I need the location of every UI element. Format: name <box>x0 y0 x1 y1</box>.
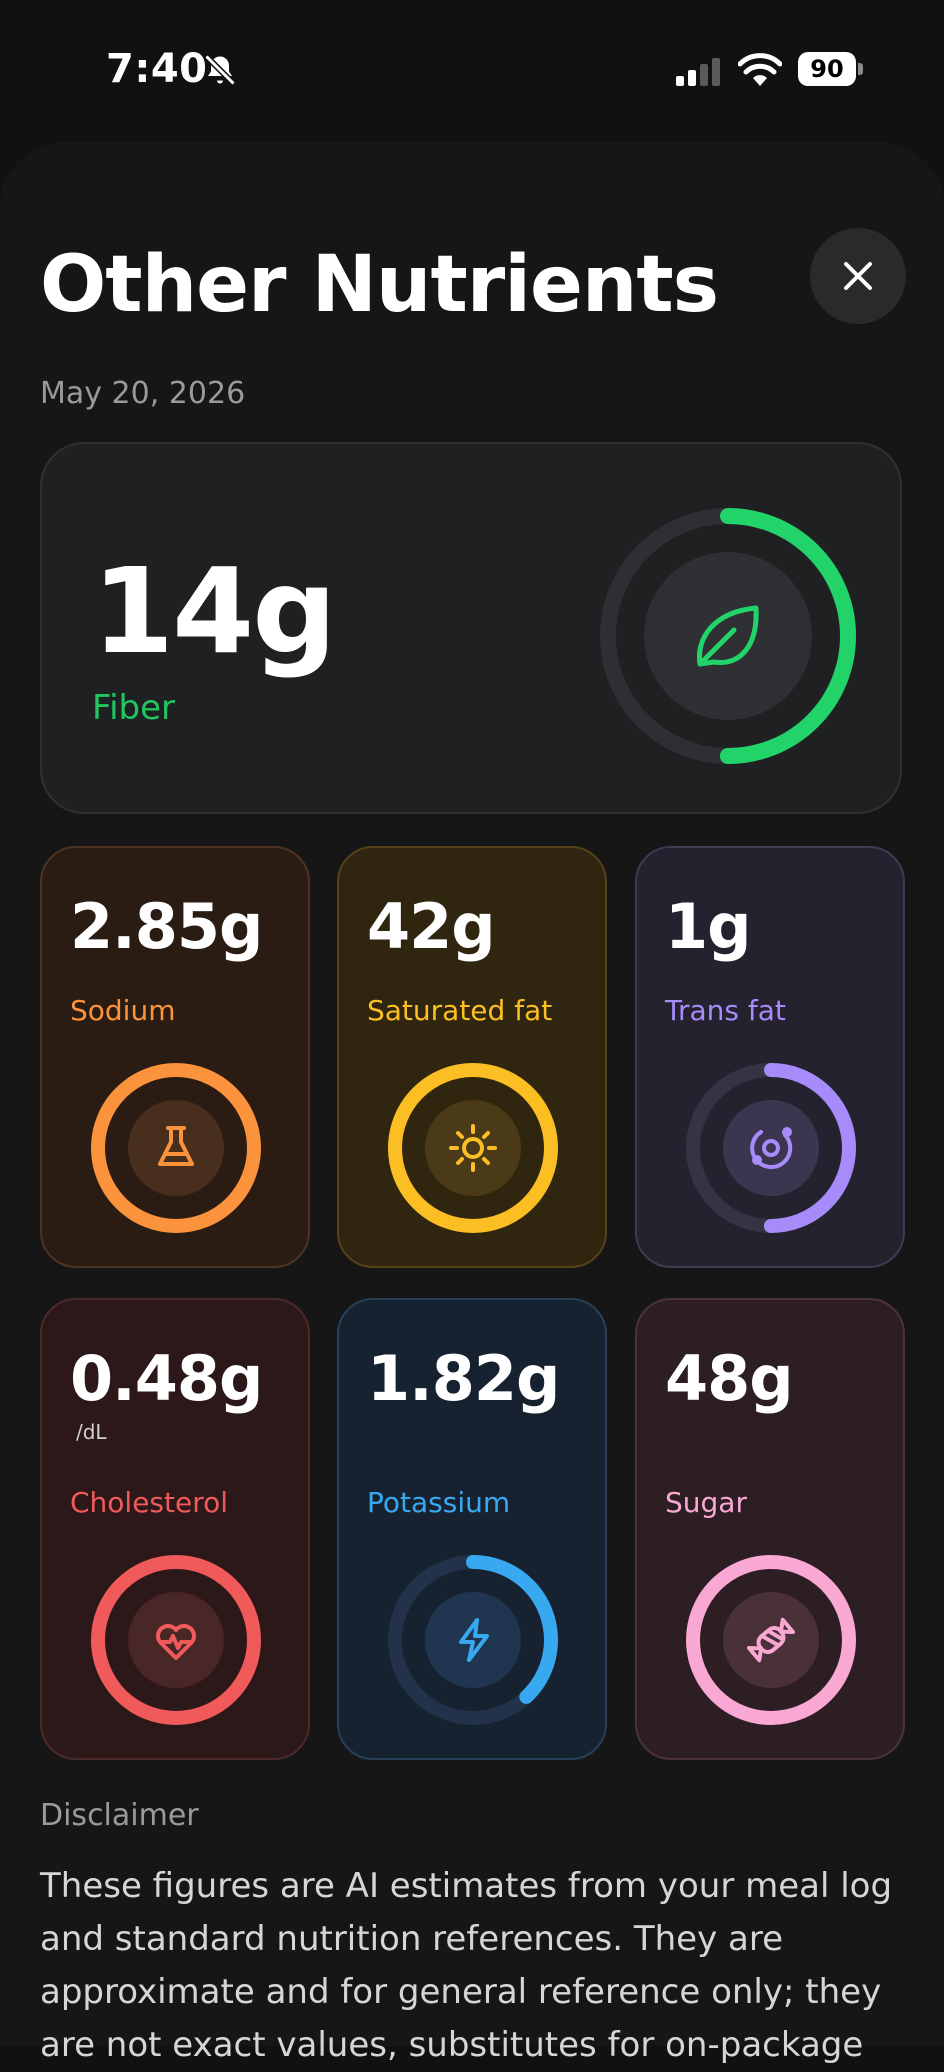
status-bar: 7:40 90 <box>0 0 944 140</box>
fiber-progress-ring <box>600 508 856 764</box>
battery-level: 90 <box>798 52 856 86</box>
page-title: Other Nutrients <box>40 240 719 330</box>
status-time: 7:40 <box>106 46 208 92</box>
signal-icon <box>676 58 720 86</box>
nutrient-value: 1g <box>665 890 752 963</box>
cholesterol-progress-ring <box>91 1555 261 1725</box>
close-button[interactable] <box>810 228 906 324</box>
nutrient-label: Potassium <box>367 1486 511 1519</box>
fiber-value: 14g <box>92 542 337 680</box>
nutrient-label: Trans fat <box>665 994 786 1027</box>
nutrient-label: Sodium <box>70 994 176 1027</box>
sugar-progress-ring <box>686 1555 856 1725</box>
nutrient-card-trans-fat[interactable]: 1g Trans fat <box>635 846 905 1268</box>
nutrient-value: 0.48g <box>70 1342 263 1415</box>
nutrient-value: 48g <box>665 1342 794 1415</box>
bell-muted-icon <box>204 54 236 86</box>
disclaimer-title: Disclaimer <box>40 1798 199 1833</box>
nutrient-card-sugar[interactable]: 48g Sugar <box>635 1298 905 1760</box>
nutrient-label: Saturated fat <box>367 994 553 1027</box>
nutrient-value: 42g <box>367 890 496 963</box>
sodium-progress-ring <box>91 1063 261 1233</box>
date-label: May 20, 2026 <box>40 376 246 411</box>
nutrient-unit: /dL <box>76 1420 107 1444</box>
disclaimer-text: These figures are AI estimates from your… <box>40 1866 893 2065</box>
battery-indicator: 90 <box>798 52 864 88</box>
nutrients-sheet: Other Nutrients May 20, 2026 14g Fiber 2… <box>0 142 944 2065</box>
nutrient-card-cholesterol[interactable]: 0.48g /dL Cholesterol <box>40 1298 310 1760</box>
nutrient-label: Sugar <box>665 1486 747 1519</box>
close-icon <box>844 262 872 290</box>
trans-fat-progress-ring <box>686 1063 856 1233</box>
nutrient-value: 1.82g <box>367 1342 560 1415</box>
nutrient-value: 2.85g <box>70 890 263 963</box>
nutrient-card-saturated-fat[interactable]: 42g Saturated fat <box>337 846 607 1268</box>
nutrient-card-potassium[interactable]: 1.82g Potassium <box>337 1298 607 1760</box>
fiber-card[interactable]: 14g Fiber <box>40 442 902 814</box>
potassium-progress-ring <box>388 1555 558 1725</box>
nutrient-card-sodium[interactable]: 2.85g Sodium <box>40 846 310 1268</box>
wifi-icon <box>738 53 782 86</box>
saturated-fat-progress-ring <box>388 1063 558 1233</box>
nutrient-label: Cholesterol <box>70 1486 229 1519</box>
fiber-label: Fiber <box>92 688 176 728</box>
